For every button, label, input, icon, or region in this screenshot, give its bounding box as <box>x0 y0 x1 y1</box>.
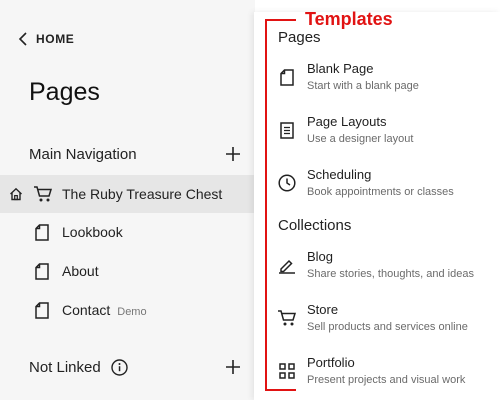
add-page-button[interactable] <box>221 142 245 166</box>
templates-annotation-label: Templates <box>305 9 393 29</box>
nav-item-contact[interactable]: Contact Demo <box>0 291 255 329</box>
pen-icon <box>276 254 298 276</box>
page-icon <box>35 301 49 319</box>
annotation-bracket-top <box>265 19 296 21</box>
add-unlinked-page-button[interactable] <box>221 355 245 379</box>
page-layouts-icon <box>276 119 298 141</box>
nav-item-text: Contact Demo <box>62 302 147 318</box>
template-description: Share stories, thoughts, and ideas <box>307 268 474 280</box>
cart-icon <box>33 185 53 203</box>
plus-icon <box>226 147 240 161</box>
chevron-left-icon <box>18 32 30 46</box>
template-description: Start with a blank page <box>307 80 419 92</box>
template-page-layouts[interactable]: Page Layouts Use a designer layout <box>272 113 492 157</box>
template-description: Use a designer layout <box>307 133 414 145</box>
template-store[interactable]: Store Sell products and services online <box>272 301 492 345</box>
template-title: Blog <box>307 249 334 264</box>
template-description: Book appointments or classes <box>307 186 454 198</box>
clock-icon <box>276 172 298 194</box>
page-title: Pages <box>29 78 100 106</box>
not-linked-label: Not Linked <box>29 358 101 376</box>
template-description: Present projects and visual work <box>307 374 466 386</box>
template-scheduling[interactable]: Scheduling Book appointments or classes <box>272 166 492 210</box>
pages-panel: HOME Pages Main Navigation The Ruby Trea… <box>0 0 255 400</box>
home-link-label: HOME <box>36 32 75 46</box>
template-title: Store <box>307 302 339 317</box>
info-icon[interactable] <box>111 358 128 376</box>
annotation-bracket-side <box>265 19 267 391</box>
nav-item-homepage[interactable]: The Ruby Treasure Chest <box>0 175 255 213</box>
template-title: Scheduling <box>307 167 372 182</box>
grid-icon <box>276 360 298 382</box>
nav-item-label: About <box>62 263 99 279</box>
template-portfolio[interactable]: Portfolio Present projects and visual wo… <box>272 354 492 398</box>
template-blog[interactable]: Blog Share stories, thoughts, and ideas <box>272 248 492 292</box>
template-title: Portfolio <box>307 355 355 370</box>
demo-badge: Demo <box>117 306 147 318</box>
page-icon <box>35 223 49 241</box>
cart-icon <box>276 307 298 329</box>
home-back-link[interactable]: HOME <box>18 30 74 48</box>
plus-icon <box>226 360 240 374</box>
page-icon <box>35 262 49 280</box>
main-navigation-section: Main Navigation <box>29 142 245 166</box>
nav-item-label: Lookbook <box>62 224 123 240</box>
template-title: Page Layouts <box>307 114 387 129</box>
home-icon <box>9 187 23 201</box>
nav-item-label: Contact <box>62 302 111 318</box>
template-description: Sell products and services online <box>307 321 468 333</box>
template-title: Blank Page <box>307 61 374 76</box>
blank-page-icon <box>276 66 298 88</box>
nav-item-lookbook[interactable]: Lookbook <box>0 213 255 251</box>
template-blank-page[interactable]: Blank Page Start with a blank page <box>272 60 492 104</box>
collections-group-heading: Collections <box>278 217 352 234</box>
nav-item-about[interactable]: About <box>0 252 255 290</box>
pages-group-heading: Pages <box>278 29 321 46</box>
not-linked-section: Not Linked <box>29 355 245 379</box>
nav-item-label: The Ruby Treasure Chest <box>62 186 223 202</box>
main-navigation-label: Main Navigation <box>29 145 137 163</box>
